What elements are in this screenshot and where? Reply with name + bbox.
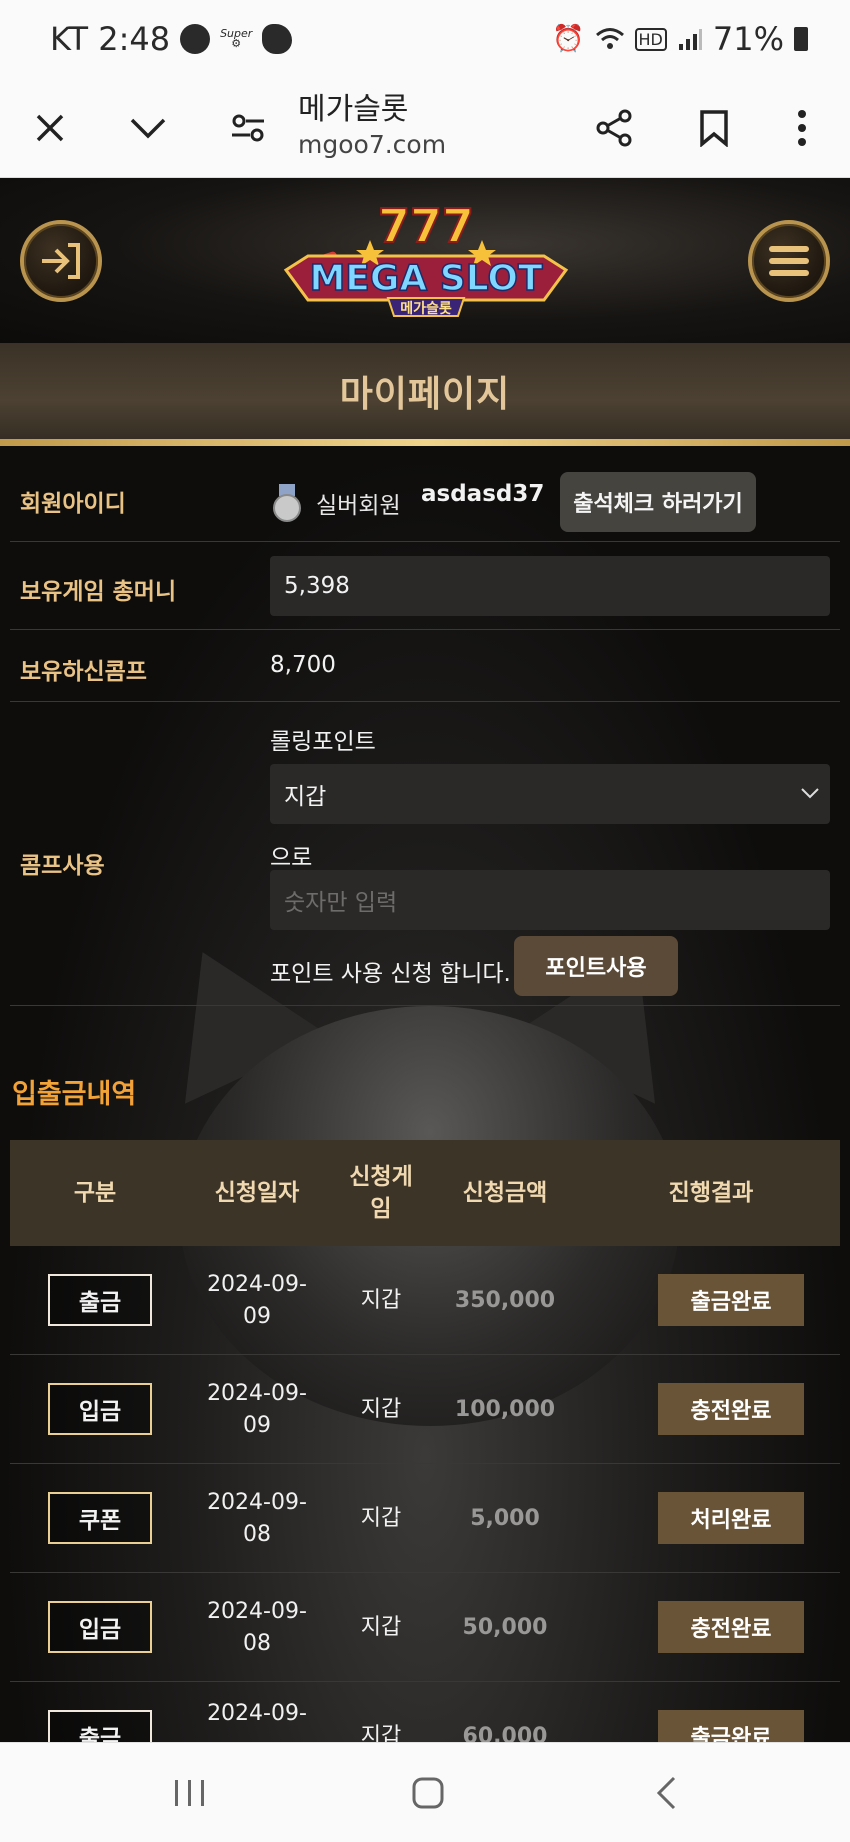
recent-apps-icon[interactable] — [160, 1769, 220, 1817]
page-tab-title: 메가슬롯 — [298, 92, 409, 127]
url-display[interactable]: mgoo7.com — [298, 130, 446, 159]
date-cell: 2024-09- 08 — [207, 1598, 307, 1656]
type-badge: 쿠폰 — [48, 1492, 152, 1544]
carrier-time: KT 2:48 — [50, 20, 171, 58]
type-badge: 입금 — [48, 1383, 152, 1435]
history-section-title: 입출금내역 — [12, 1079, 137, 1110]
comp-use-label: 콤프사용 — [20, 853, 105, 879]
result-badge: 처리완료 — [658, 1492, 804, 1544]
logo-subtext: 메가슬롯 — [400, 301, 452, 317]
result-badge: 출금완료 — [658, 1274, 804, 1326]
game-cell: 지갑 — [360, 1287, 402, 1313]
attendance-check-button[interactable]: 출석체크 하러가기 — [560, 472, 756, 532]
logo-777: 777 — [378, 199, 474, 253]
silver-medal-icon — [273, 484, 301, 522]
amount-cell: 50,000 — [462, 1614, 548, 1640]
signal-icon — [678, 29, 702, 50]
android-nav-bar — [0, 1742, 850, 1842]
date-cell: 2024-09- 09 — [207, 1380, 307, 1438]
site-settings-icon[interactable] — [220, 100, 276, 156]
col-type: 구분 — [73, 1180, 117, 1206]
status-left: KT 2:48 Super ⚙ — [50, 20, 293, 58]
bookmark-icon[interactable] — [686, 100, 742, 156]
battery-icon — [794, 27, 808, 51]
history-table-header: 구분 신청일자 신청게 임 신청금액 진행결과 — [10, 1140, 840, 1246]
comp-balance-row: 보유하신콤프 8,700 — [10, 630, 840, 702]
comp-use-row: 콤프사용 롤링포인트 지갑 으로 숫자만 입력 포인트 사용 신청 합니다. 포… — [10, 702, 840, 1006]
hd-icon: HD — [634, 27, 667, 51]
table-row: 입금 2024-09- 08 지갑 50,000 충전완료 — [10, 1573, 840, 1682]
member-id-row: 회원아이디 실버회원 asdasd37 출석체크 하러가기 — [10, 456, 840, 542]
status-bar: KT 2:48 Super ⚙ ⏰ HD 71% — [0, 0, 850, 78]
share-icon[interactable] — [586, 100, 642, 156]
page-title: 마이페이지 — [339, 374, 511, 415]
wallet-select[interactable]: 지갑 — [270, 764, 830, 824]
login-arrow-icon — [42, 243, 80, 279]
browser-toolbar: 메가슬롯 mgoo7.com — [0, 78, 850, 178]
col-date: 신청일자 — [214, 1180, 300, 1206]
super-label: Super — [220, 27, 253, 40]
type-badge: 입금 — [48, 1601, 152, 1653]
col-game: 신청게 임 — [349, 1164, 413, 1222]
site-header: 777 MEGA SLOT 메가슬롯 — [0, 178, 850, 343]
game-money-row: 보유게임 총머니 5,398 — [10, 542, 840, 630]
game-money-value: 5,398 — [270, 556, 830, 616]
login-button[interactable] — [20, 220, 102, 302]
alarm-icon: ⏰ — [552, 24, 585, 54]
battery-percent: 71% — [712, 20, 784, 58]
point-apply-text: 포인트 사용 신청 합니다. — [270, 961, 511, 987]
gold-divider — [0, 439, 850, 446]
col-amount: 신청금액 — [462, 1180, 548, 1206]
hd-label: HD — [638, 29, 663, 49]
logo-text: MEGA SLOT — [309, 258, 543, 299]
amount-cell: 100,000 — [454, 1396, 556, 1422]
member-grade: 실버회원 — [316, 493, 401, 519]
chevron-down-icon[interactable] — [120, 100, 176, 156]
table-row: 쿠폰 2024-09- 08 지갑 5,000 처리완료 — [10, 1464, 840, 1573]
member-id-label: 회원아이디 — [20, 491, 126, 517]
rolling-point-label: 롤링포인트 — [270, 729, 376, 755]
col-result: 진행결과 — [668, 1180, 754, 1206]
to-label: 으로 — [270, 845, 313, 871]
game-cell: 지갑 — [360, 1505, 402, 1531]
amount-cell: 350,000 — [454, 1287, 556, 1313]
page-title-band: 마이페이지 — [0, 343, 850, 439]
result-badge: 충전완료 — [658, 1383, 804, 1435]
game-money-label: 보유게임 총머니 — [20, 579, 177, 605]
game-cell: 지갑 — [360, 1614, 402, 1640]
cloud-icon — [262, 24, 293, 54]
date-cell: 2024-09- 09 — [207, 1271, 307, 1329]
home-icon[interactable] — [398, 1769, 458, 1817]
type-badge: 출금 — [48, 1274, 152, 1326]
chevron-down-icon — [801, 788, 819, 799]
back-icon[interactable] — [636, 1769, 696, 1817]
wifi-icon — [595, 28, 624, 49]
comp-balance-label: 보유하신콤프 — [20, 659, 147, 685]
result-badge: 충전완료 — [658, 1601, 804, 1653]
mega-slot-logo[interactable]: 777 MEGA SLOT 메가슬롯 — [278, 192, 574, 332]
hamburger-menu-icon — [769, 246, 809, 276]
game-cell: 지갑 — [360, 1396, 402, 1422]
chat-bubble-icon — [180, 24, 211, 54]
wallet-select-value: 지갑 — [284, 784, 327, 810]
more-vert-icon[interactable] — [774, 100, 830, 156]
table-row: 입금 2024-09- 09 지갑 100,000 충전완료 — [10, 1355, 840, 1464]
mypage-content: 회원아이디 실버회원 asdasd37 출석체크 하러가기 보유게임 총머니 5… — [0, 446, 850, 1791]
date-cell: 2024-09- 08 — [207, 1489, 307, 1547]
table-row: 출금 2024-09- 09 지갑 350,000 출금완료 — [10, 1246, 840, 1355]
comp-balance-value: 8,700 — [270, 652, 336, 678]
menu-button[interactable] — [748, 220, 830, 302]
super-fast-icon: Super ⚙ — [220, 27, 253, 50]
close-icon[interactable] — [22, 100, 78, 156]
point-use-button[interactable]: 포인트사용 — [514, 936, 678, 996]
amount-cell: 5,000 — [470, 1505, 540, 1531]
point-amount-input[interactable]: 숫자만 입력 — [270, 870, 830, 930]
status-right: ⏰ HD 71% — [552, 20, 808, 58]
member-id-value: asdasd37 — [421, 481, 545, 507]
